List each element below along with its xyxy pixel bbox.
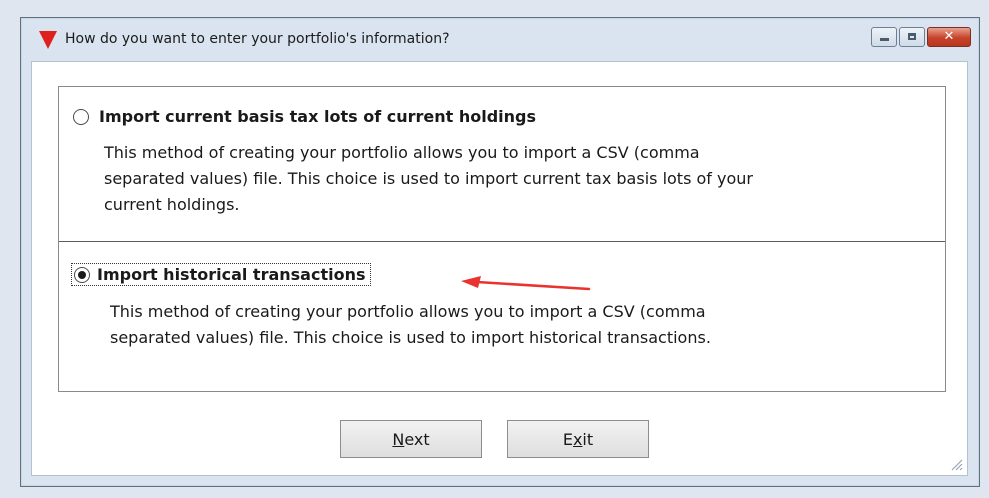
dialog-window: How do you want to enter your portfolio'… (20, 17, 980, 487)
description-line: separated values) file. This choice is u… (104, 169, 753, 188)
description-line: This method of creating your portfolio a… (104, 143, 700, 162)
caption-buttons: ✕ (871, 27, 971, 49)
option-historical-label[interactable]: Import historical transactions (97, 265, 366, 284)
next-button[interactable]: Next (340, 420, 482, 458)
option-current-basis[interactable]: Import current basis tax lots of current… (73, 107, 536, 126)
description-line: This method of creating your portfolio a… (110, 302, 706, 321)
exit-button-label: it (582, 429, 594, 449)
exit-button-mnemonic: x (572, 429, 583, 449)
minimize-button[interactable] (871, 27, 897, 47)
options-group: Import current basis tax lots of current… (58, 86, 946, 392)
maximize-button[interactable] (899, 27, 925, 47)
next-button-mnemonic: N (392, 429, 405, 449)
dialog-body: Import current basis tax lots of current… (31, 61, 968, 476)
option-historical-description: This method of creating your portfolio a… (110, 299, 870, 351)
radio-historical[interactable] (74, 266, 90, 283)
window-title: How do you want to enter your portfolio'… (65, 31, 450, 47)
red-triangle-icon (39, 31, 57, 49)
option-current-basis-description: This method of creating your portfolio a… (104, 140, 904, 218)
description-line: current holdings. (104, 195, 240, 214)
group-divider (59, 241, 945, 242)
radio-current-basis[interactable] (73, 108, 89, 125)
close-button[interactable]: ✕ (927, 27, 971, 47)
title-bar[interactable]: How do you want to enter your portfolio'… (21, 18, 979, 62)
option-historical[interactable]: Import historical transactions (71, 263, 371, 286)
next-button-label: ext (404, 429, 430, 449)
description-line: separated values) file. This choice is u… (110, 328, 711, 347)
resize-grip-icon[interactable] (949, 457, 963, 471)
exit-button[interactable]: Exit (507, 420, 649, 458)
option-current-basis-label[interactable]: Import current basis tax lots of current… (99, 107, 536, 126)
minimize-icon (880, 38, 889, 41)
exit-button-prefix: E (562, 429, 573, 449)
maximize-icon (908, 33, 916, 40)
red-arrow-icon (461, 276, 591, 291)
close-icon: ✕ (943, 29, 955, 44)
